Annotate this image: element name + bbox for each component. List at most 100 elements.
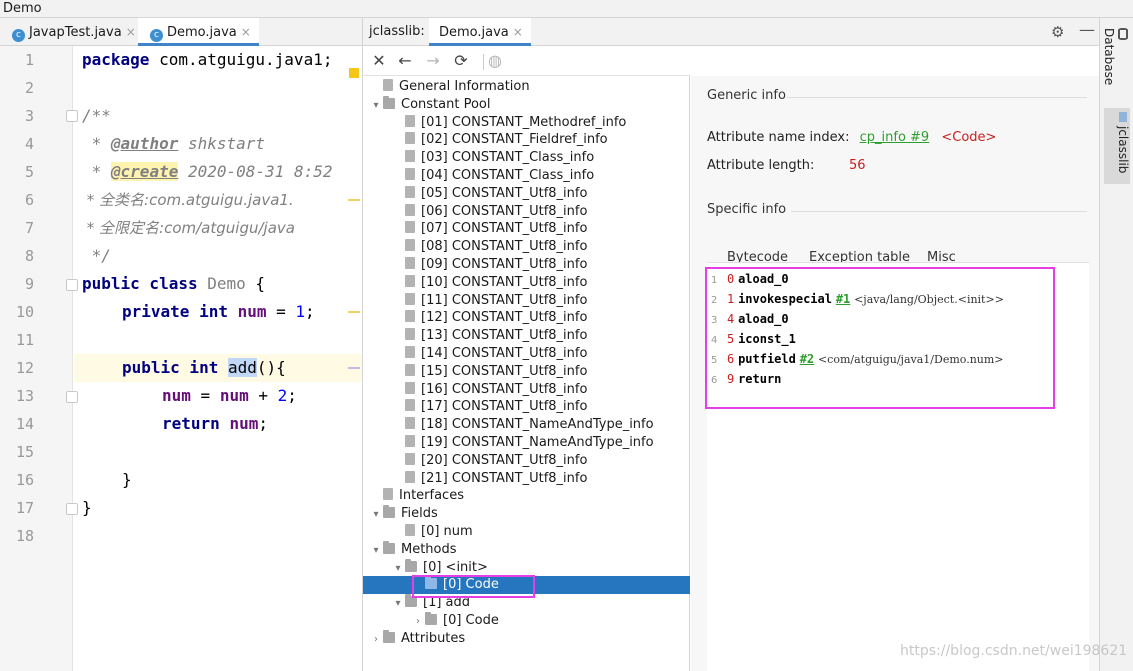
- code-token: public class: [82, 274, 198, 293]
- code-token: {: [245, 274, 266, 293]
- code-editor[interactable]: c JavapTest.java × c Demo.java × 1 2 3 4 5 6…: [0, 18, 363, 671]
- document-icon: [405, 417, 415, 430]
- code-token: 2: [277, 386, 288, 405]
- tree-node-label: [08] CONSTANT_Utf8_info: [421, 239, 588, 255]
- forward-arrow-icon[interactable]: →: [423, 50, 443, 72]
- folder-icon: [383, 95, 395, 109]
- code-token: *: [82, 134, 111, 153]
- document-icon: [405, 168, 415, 180]
- document-icon: [405, 470, 415, 483]
- document-icon: [383, 488, 393, 501]
- sidebar-tab-database[interactable]: Database: [1102, 28, 1130, 98]
- tree-node[interactable]: [01] CONSTANT_Methodref_info: [391, 114, 626, 132]
- tree-node[interactable]: [05] CONSTANT_Utf8_info: [391, 185, 587, 203]
- sidebar-tab-jclasslib[interactable]: jclasslib: [1104, 108, 1130, 184]
- tree-node-label: Methods: [401, 541, 457, 557]
- tree-node[interactable]: [12] CONSTANT_Utf8_info: [391, 309, 587, 327]
- code-line: private int num = 1;: [122, 298, 315, 326]
- tree-node[interactable]: [06] CONSTANT_Utf8_info: [391, 203, 587, 221]
- sidebar-tab-label: Database: [1102, 28, 1116, 86]
- line-number: 18: [15, 527, 34, 545]
- tree-node-label: [01] CONSTANT_Methodref_info: [421, 114, 627, 130]
- code-token: return: [162, 414, 220, 433]
- document-icon: [405, 221, 415, 234]
- tree-node[interactable]: [21] CONSTANT_Utf8_info: [391, 470, 587, 488]
- tree-node[interactable]: › Attributes: [369, 629, 465, 649]
- tab-demo[interactable]: c Demo.java ×: [138, 18, 259, 46]
- tree-node[interactable]: [03] CONSTANT_Class_info: [391, 149, 594, 167]
- inlay-marker: [348, 311, 360, 313]
- selected-text: add: [227, 358, 257, 377]
- document-icon: [405, 363, 415, 376]
- tree-node[interactable]: [08] CONSTANT_Utf8_info: [391, 238, 587, 256]
- back-arrow-icon[interactable]: ←: [395, 50, 415, 72]
- tree-node[interactable]: Interfaces: [369, 487, 464, 505]
- tree-node[interactable]: [17] CONSTANT_Utf8_info: [391, 398, 587, 416]
- close-icon[interactable]: ×: [513, 25, 523, 39]
- folder-icon: [425, 612, 437, 625]
- refresh-icon[interactable]: ⟳: [451, 50, 471, 72]
- tree-node-label: [18] CONSTANT_NameAndType_info: [421, 417, 654, 433]
- attribute-name-row: Attribute name index: cp_info #9 <Code>: [707, 130, 996, 145]
- tree-node-label: [06] CONSTANT_Utf8_info: [421, 203, 588, 219]
- tree-node[interactable]: [13] CONSTANT_Utf8_info: [391, 327, 587, 345]
- code-node-highlight-box: [412, 575, 535, 598]
- code-token: num: [162, 386, 191, 405]
- tree-node[interactable]: ▾ Fields: [369, 505, 438, 523]
- tree-node-label: [11] CONSTANT_Utf8_info: [421, 292, 588, 308]
- tree-node[interactable]: [11] CONSTANT_Utf8_info: [391, 292, 587, 310]
- tree-node-label: Constant Pool: [401, 96, 491, 112]
- tree-node[interactable]: [09] CONSTANT_Utf8_info: [391, 256, 587, 274]
- tree-node[interactable]: [20] CONSTANT_Utf8_info: [391, 452, 587, 470]
- document-icon: [405, 524, 415, 536]
- tree-node-label: [07] CONSTANT_Utf8_info: [421, 221, 588, 237]
- tree-node[interactable]: ▾ Constant Pool: [369, 95, 491, 115]
- chevron-right-icon[interactable]: ›: [411, 613, 425, 631]
- tree-node[interactable]: [02] CONSTANT_Fieldref_info: [391, 131, 608, 149]
- code-token: com.atguigu.java1;: [149, 50, 333, 69]
- chevron-down-icon[interactable]: ▾: [369, 506, 383, 524]
- chevron-down-icon[interactable]: ▾: [369, 542, 383, 560]
- chevron-down-icon[interactable]: ▾: [391, 595, 405, 613]
- close-icon[interactable]: ✕: [369, 50, 389, 72]
- tree-node[interactable]: [10] CONSTANT_Utf8_info: [391, 274, 587, 292]
- tab-javaptest[interactable]: c JavapTest.java ×: [0, 18, 144, 46]
- tab-demo-bytecode[interactable]: Demo.java ×: [429, 18, 531, 46]
- code-token: @create: [110, 162, 179, 181]
- tree-node[interactable]: [18] CONSTANT_NameAndType_info: [391, 416, 654, 434]
- web-icon[interactable]: ◍: [485, 50, 505, 72]
- chevron-right-icon[interactable]: ›: [369, 631, 383, 649]
- tree-node[interactable]: ▾ Methods: [369, 540, 457, 560]
- tree-node[interactable]: [14] CONSTANT_Utf8_info: [391, 345, 587, 363]
- tree-node-label: [13] CONSTANT_Utf8_info: [421, 328, 588, 344]
- inlay-marker: [348, 199, 360, 201]
- tree-node-label: [03] CONSTANT_Class_info: [421, 150, 595, 166]
- code-area[interactable]: package com.atguigu.java1; /** * @author…: [74, 46, 362, 671]
- chevron-down-icon[interactable]: ▾: [369, 97, 383, 115]
- line-number: 17: [15, 499, 34, 517]
- tree-node[interactable]: › [0] Code: [411, 612, 499, 630]
- tree-node[interactable]: [04] CONSTANT_Class_info: [391, 167, 594, 185]
- tree-node[interactable]: [16] CONSTANT_Utf8_info: [391, 381, 587, 399]
- attribute-name-value: <Code>: [941, 130, 997, 145]
- chevron-down-icon[interactable]: ▾: [391, 560, 405, 578]
- document-icon: [405, 274, 415, 287]
- attribute-length-value: 56: [849, 158, 866, 173]
- tree-node[interactable]: [19] CONSTANT_NameAndType_info: [391, 434, 654, 452]
- close-icon[interactable]: ×: [241, 25, 251, 39]
- code-token: =: [266, 302, 296, 321]
- tree-node[interactable]: [0] num: [391, 523, 473, 541]
- folder-icon: [383, 629, 395, 643]
- code-line: * @author shkstart: [82, 130, 265, 158]
- close-icon[interactable]: ×: [126, 25, 136, 39]
- cp-info-link[interactable]: cp_info #9: [860, 130, 930, 145]
- code-line: }: [122, 470, 132, 489]
- tree-node[interactable]: General Information: [369, 78, 530, 96]
- window-title-bar: Demo: [0, 0, 1133, 18]
- tree-node[interactable]: [07] CONSTANT_Utf8_info: [391, 220, 587, 238]
- tree-node[interactable]: [15] CONSTANT_Utf8_info: [391, 363, 587, 381]
- tree-node[interactable]: ▾ [0] <init>: [391, 558, 488, 578]
- tree-node-label: [15] CONSTANT_Utf8_info: [421, 363, 588, 379]
- minimize-icon[interactable]: —: [1079, 20, 1095, 39]
- gear-icon[interactable]: ⚙: [1051, 23, 1064, 41]
